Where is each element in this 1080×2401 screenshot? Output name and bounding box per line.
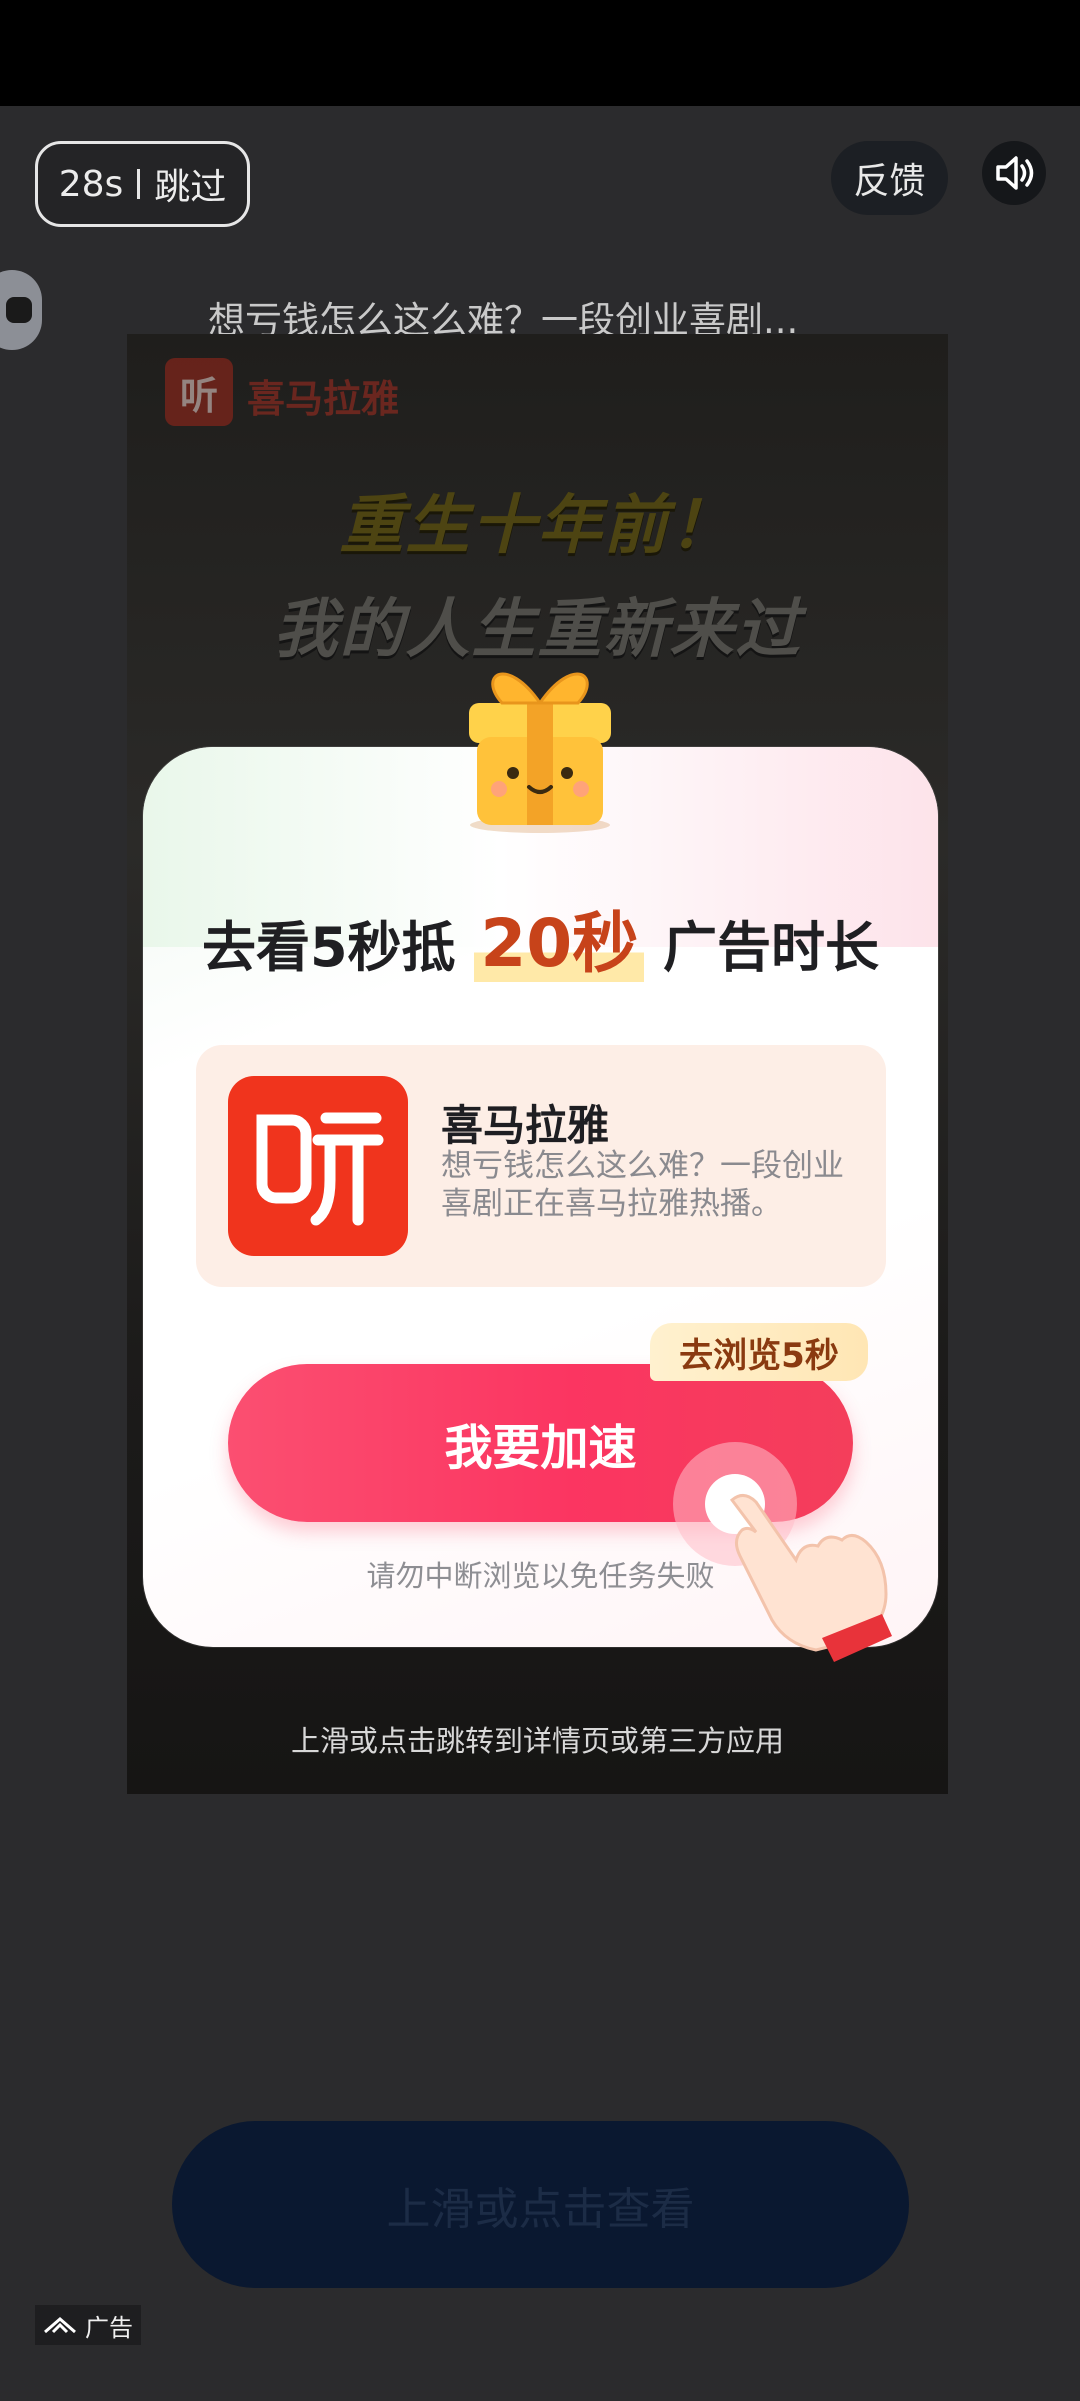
video-logo-text: 喜马拉雅: [247, 377, 400, 421]
speaker-icon: [996, 156, 1034, 190]
browse-badge: 去浏览5秒: [650, 1323, 868, 1381]
ad-label: 广告: [35, 2305, 141, 2345]
ad-source-icon: [44, 2317, 76, 2334]
divider: [137, 169, 141, 199]
swipe-view-button[interactable]: 上滑或点击查看: [172, 2121, 909, 2288]
ximalaya-logo-icon: 听: [165, 358, 233, 426]
countdown-text: 28s: [58, 163, 124, 205]
app-name: 喜马拉雅: [441, 1101, 610, 1150]
video-title-line1: 重生十年前！: [339, 489, 736, 563]
title-prefix: 去看5秒抵: [201, 916, 456, 979]
side-avatar-button[interactable]: [0, 270, 42, 350]
modal-title: 去看5秒抵 20秒 广告时长: [143, 890, 938, 986]
app-description: 想亏钱怎么这么难？一段创业喜剧正在喜马拉雅热播。: [441, 1148, 844, 1222]
sound-toggle-button[interactable]: [982, 141, 1046, 205]
skip-button[interactable]: 28s 跳过: [35, 141, 250, 227]
modal-hint: 请勿中断浏览以免任务失败: [366, 1559, 715, 1593]
avatar-face-icon: [6, 297, 32, 323]
feedback-button[interactable]: 反馈: [831, 141, 948, 215]
video-caption: 上滑或点击跳转到详情页或第三方应用: [290, 1724, 784, 1758]
ad-headline: 想亏钱怎么这么难？一段创业喜剧...: [208, 299, 799, 340]
title-highlight: 20秒: [474, 905, 645, 982]
skip-label: 跳过: [154, 167, 227, 208]
ad-tag-text: 广告: [85, 2313, 133, 2342]
ximalaya-app-icon[interactable]: [228, 1076, 408, 1256]
ting-logo-icon: [256, 1112, 384, 1226]
title-suffix: 广告时长: [663, 916, 880, 979]
gift-box-icon: [469, 672, 611, 833]
status-bar: [0, 0, 1080, 106]
